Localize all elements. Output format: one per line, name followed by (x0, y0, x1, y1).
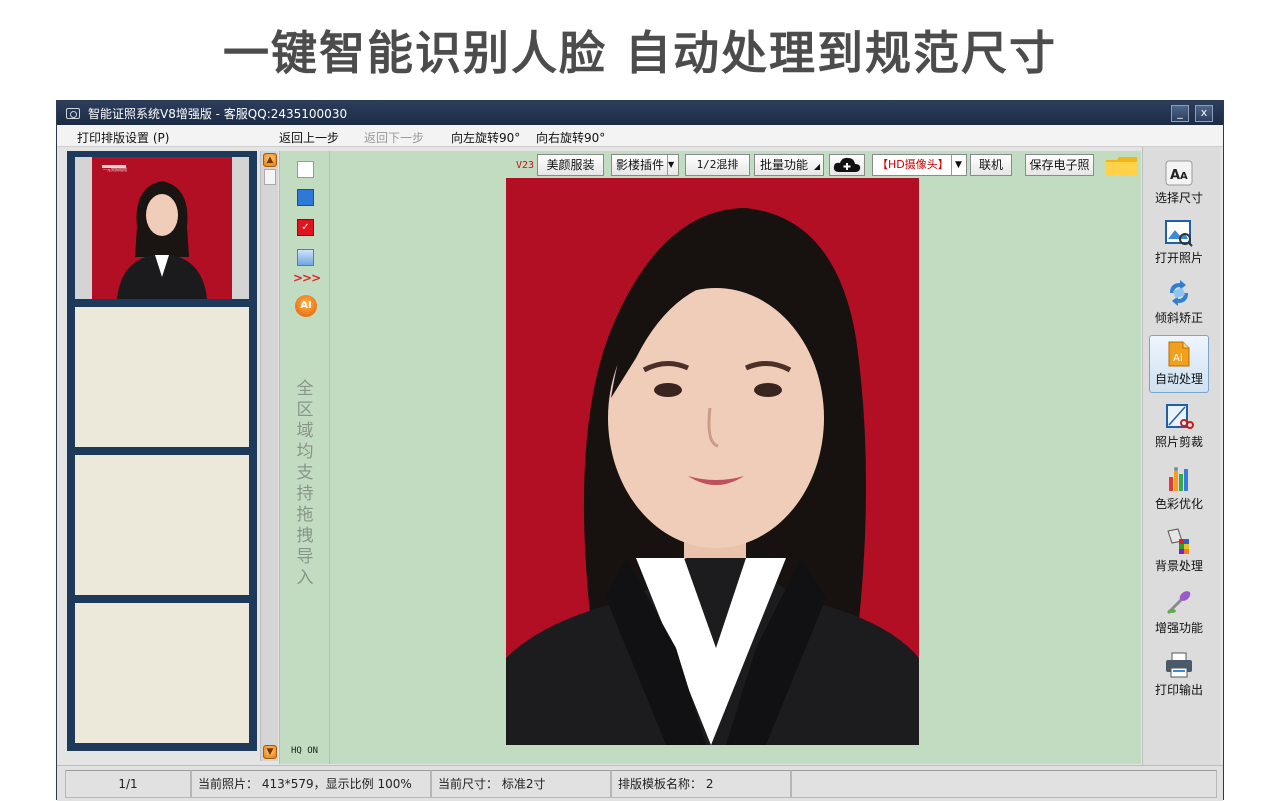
status-photo-info: 当前照片： 413*579，显示比例 100% (191, 770, 431, 798)
menu-bar: 打印排版设置 (P) 返回上一步 返回下一步 向左旋转90° 向右旋转90° (57, 125, 1223, 147)
photo-crop-button[interactable]: 照片剪裁 (1149, 399, 1209, 457)
menu-rotate-left[interactable]: 向左旋转90° (451, 129, 520, 146)
studio-plugin-label: 影楼插件 (616, 158, 665, 172)
title-bar: 智能证照系统V8增强版 - 客服QQ:2435100030 _ x (57, 101, 1223, 125)
folder-icon[interactable] (1106, 157, 1137, 176)
printer-icon (1166, 652, 1192, 678)
left-tool-strip: ✓ >>> AI 全区域均支持拖拽导入 HQ ON (280, 151, 330, 764)
camera-select-value: 【HD摄像头】 (877, 158, 949, 171)
color-chart-icon (1169, 467, 1188, 491)
thumbnail-photo: 一元贺照相馆 (92, 157, 232, 299)
camera-app-icon (66, 107, 80, 119)
window-title: 智能证照系统V8增强版 - 客服QQ:2435100030 (88, 106, 348, 121)
minimize-button[interactable]: _ (1171, 105, 1189, 122)
bg-gradient-swatch[interactable] (297, 249, 314, 266)
version-label: V23 (516, 160, 535, 171)
bg-blue-swatch[interactable] (297, 189, 314, 206)
status-template-info: 排版模板名称： 2 (611, 770, 791, 798)
background-process-label: 背景处理 (1154, 559, 1203, 573)
portrait-image (506, 178, 919, 745)
promo-headline: 一键智能识别人脸 自动处理到规范尺寸 (222, 26, 1057, 80)
id-photo-preview[interactable] (506, 178, 919, 745)
hq-status: HQ ON (291, 746, 319, 756)
thumbnail-slot-3[interactable] (75, 455, 249, 595)
menu-undo[interactable]: 返回上一步 (279, 129, 339, 146)
svg-text:A: A (1180, 171, 1188, 182)
chevron-down-icon[interactable]: ▼ (667, 155, 677, 175)
crop-icon (1166, 404, 1194, 429)
scroll-up-button[interactable]: ▲ (263, 153, 277, 167)
open-photo-button[interactable]: 打开照片 (1149, 215, 1209, 273)
enhance-function-label: 增强功能 (1154, 621, 1203, 635)
batch-function-button[interactable]: 批量功能 ◢ (754, 154, 824, 176)
drag-import-hint: 全区域均支持拖拽导入 (296, 379, 314, 588)
enhance-function-button[interactable]: 增强功能 (1149, 585, 1209, 643)
open-photo-icon (1165, 220, 1193, 247)
menu-redo[interactable]: 返回下一步 (364, 129, 424, 146)
photo-canvas[interactable]: ✓ >>> AI 全区域均支持拖拽导入 HQ ON V23 美颜服装 影楼插件 ▼… (279, 151, 1141, 764)
bg-red-swatch-checked[interactable]: ✓ (297, 219, 314, 236)
background-process-button[interactable]: 背景处理 (1149, 523, 1209, 581)
tilt-correct-button[interactable]: 倾斜矫正 (1149, 275, 1209, 333)
tilt-correct-label: 倾斜矫正 (1154, 311, 1203, 325)
right-function-panel: AA 选择尺寸 打开照片 倾斜矫正 Ai 自动处理 照片剪裁 色彩优化 背景处理 (1142, 147, 1220, 767)
status-bar: 1/1 当前照片： 413*579，显示比例 100% 当前尺寸： 标准2寸 排… (57, 765, 1223, 801)
bg-white-swatch[interactable] (297, 161, 314, 178)
camera-select[interactable]: 【HD摄像头】 ▼ (872, 154, 967, 176)
more-arrows-icon[interactable]: >>> (293, 271, 321, 285)
thumbnail-scrollbar[interactable]: ▲ ▼ (260, 151, 278, 761)
auto-process-label: 自动处理 (1154, 372, 1203, 386)
save-electronic-photo-button[interactable]: 保存电子照 (1025, 154, 1094, 176)
status-empty-cell (791, 770, 1217, 798)
status-page-count: 1/1 (65, 770, 191, 798)
select-size-button[interactable]: AA 选择尺寸 (1149, 155, 1209, 213)
background-icon (1167, 528, 1189, 554)
scroll-thumb[interactable] (264, 169, 276, 185)
thumbnail-logo-text: 一元贺照相馆 (103, 166, 127, 172)
thumbnail-slot-2[interactable] (75, 307, 249, 447)
close-button[interactable]: x (1195, 105, 1213, 122)
rotate-correct-icon (1170, 280, 1188, 306)
scroll-down-button[interactable]: ▼ (263, 745, 277, 759)
corner-triangle-icon: ◢ (813, 162, 820, 171)
cloud-upload-button[interactable] (829, 154, 865, 176)
menu-rotate-right[interactable]: 向右旋转90° (536, 129, 605, 146)
batch-function-label: 批量功能 (760, 158, 809, 172)
auto-process-button[interactable]: Ai 自动处理 (1149, 335, 1209, 393)
app-window: 智能证照系统V8增强版 - 客服QQ:2435100030 _ x 打印排版设置… (56, 100, 1224, 801)
thumbnail-slot-4[interactable] (75, 603, 249, 743)
beauty-clothes-button[interactable]: 美颜服装 (537, 154, 604, 176)
menu-print-layout[interactable]: 打印排版设置 (P) (77, 129, 169, 146)
studio-plugin-button[interactable]: 影楼插件 ▼ (611, 154, 679, 176)
svg-text:A: A (1170, 168, 1180, 183)
print-output-label: 打印输出 (1154, 683, 1203, 697)
enhance-icon (1166, 591, 1191, 615)
select-size-label: 选择尺寸 (1154, 191, 1203, 205)
photo-crop-label: 照片剪裁 (1154, 435, 1203, 449)
thumbnail-slot-1[interactable]: 一元贺照相馆 (75, 157, 249, 299)
thumbnail-panel: 一元贺照相馆 (67, 151, 257, 751)
font-size-icon: AA (1165, 160, 1193, 186)
color-optimize-label: 色彩优化 (1154, 497, 1203, 511)
cloud-plus-icon (833, 157, 861, 172)
online-button[interactable]: 联机 (970, 154, 1012, 176)
print-output-button[interactable]: 打印输出 (1149, 647, 1209, 705)
ai-auto-icon: Ai (1168, 341, 1190, 367)
chevron-down-icon[interactable]: ▼ (951, 155, 965, 175)
ai-badge-icon[interactable]: AI (295, 295, 317, 317)
svg-text:Ai: Ai (1173, 353, 1183, 364)
half-mix-button[interactable]: 1/2混排 (685, 154, 750, 176)
status-size-info: 当前尺寸： 标准2寸 (431, 770, 611, 798)
color-optimize-button[interactable]: 色彩优化 (1149, 461, 1209, 519)
open-photo-label: 打开照片 (1154, 251, 1203, 265)
